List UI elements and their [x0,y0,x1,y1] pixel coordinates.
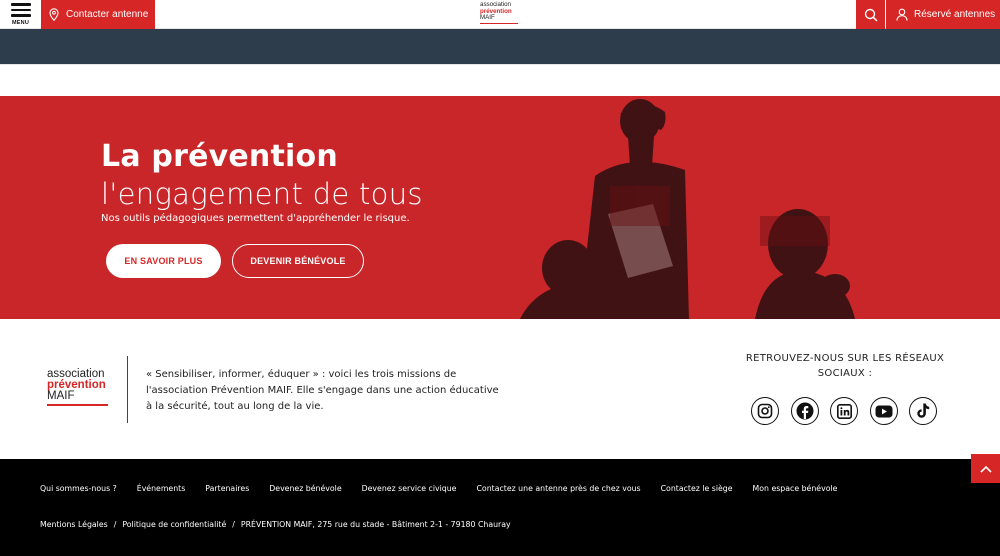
social-title: RETROUVEZ-NOUS SUR LES RÉSEAUX SOCIAUX : [740,351,950,381]
instagram-icon [757,403,773,419]
info-section: association prévention MAIF « Sensibilis… [0,319,1000,459]
footer-nav: Qui sommes-nous ? Événements Partenaires… [40,484,857,493]
hero-title: La prévention [101,139,338,174]
association-logo: association prévention MAIF [47,368,108,406]
logo-line-maif: MAIF [480,14,495,21]
vertical-divider [127,356,128,423]
legal-separator: / [113,520,117,529]
footer-link-volunteer-space[interactable]: Mon espace bénévole [753,484,838,493]
location-pin-icon [49,8,59,21]
facebook-icon [796,402,813,420]
reserved-antennas-button[interactable]: Réservé antennes [886,0,1000,29]
mission-line: l'association Prévention MAIF. Elle s'en… [146,385,499,396]
tiktok-link[interactable] [909,397,937,425]
social-title-line: SOCIAUX : [817,368,873,379]
linkedin-link[interactable] [830,397,858,425]
site-logo[interactable]: association prévention MAIF [480,1,522,26]
spacer-band [0,64,1000,97]
facebook-link[interactable] [790,397,819,425]
mission-line: « Sensibiliser, informer, éduquer » : vo… [146,369,457,380]
learn-more-button[interactable]: EN SAVOIR PLUS [106,244,221,278]
footer-link-volunteer[interactable]: Devenez bénévole [269,484,341,493]
top-bar: MENU Contacter antenne association préve… [0,0,1000,29]
linkedin-icon [836,403,852,419]
menu-button[interactable]: MENU [0,0,41,29]
logo-line-maif: MAIF [47,390,75,402]
logo-underline [47,404,108,406]
mission-text: « Sensibiliser, informer, éduquer » : vo… [146,367,506,415]
chevron-up-icon [979,465,992,473]
hero-banner: La prévention l'engagement de tous Nos o… [0,96,1000,319]
become-volunteer-button[interactable]: DEVENIR BÉNÉVOLE [232,244,364,278]
social-links [751,397,949,425]
hero-photo [520,99,855,319]
page: MENU Contacter antenne association préve… [0,0,1000,556]
user-icon [896,8,908,21]
footer-legal: Mentions Légales / Politique de confiden… [40,520,511,529]
footer-link-events[interactable]: Événements [137,484,186,493]
hero-description: Nos outils pédagogiques permettent d'app… [101,213,410,224]
search-icon [864,8,878,22]
tiktok-icon [917,403,930,418]
hamburger-icon [10,3,31,17]
youtube-link[interactable] [869,397,898,425]
footer-link-civic-service[interactable]: Devenez service civique [362,484,457,493]
youtube-icon [875,405,892,417]
search-button[interactable] [856,0,885,29]
back-to-top-button[interactable] [971,454,1000,483]
legal-mentions-link[interactable]: Mentions Légales [40,520,108,529]
hero-subtitle: l'engagement de tous [101,177,423,211]
instagram-link[interactable] [751,397,779,425]
logo-underline [480,22,518,24]
site-footer: Qui sommes-nous ? Événements Partenaires… [0,459,1000,556]
postal-address: PRÉVENTION MAIF, 275 rue du stade - Bâti… [240,520,511,529]
contact-antenna-label: Contacter antenne [66,9,149,20]
reserved-antennas-label: Réservé antennes [914,9,996,20]
navigation-band [0,29,1000,64]
mission-line: à la sécurité, tout au long de la vie. [146,401,324,412]
footer-link-contact-antenna[interactable]: Contactez une antenne près de chez vous [476,484,640,493]
legal-separator: / [232,520,235,529]
footer-link-partners[interactable]: Partenaires [205,484,249,493]
social-title-line: RETROUVEZ-NOUS SUR LES RÉSEAUX [745,353,945,364]
menu-label: MENU [12,20,29,26]
footer-link-contact-hq[interactable]: Contactez le siège [661,484,733,493]
privacy-policy-link[interactable]: Politique de confidentialité [122,520,226,529]
footer-link-about[interactable]: Qui sommes-nous ? [40,484,117,493]
contact-antenna-button[interactable]: Contacter antenne [41,0,155,29]
